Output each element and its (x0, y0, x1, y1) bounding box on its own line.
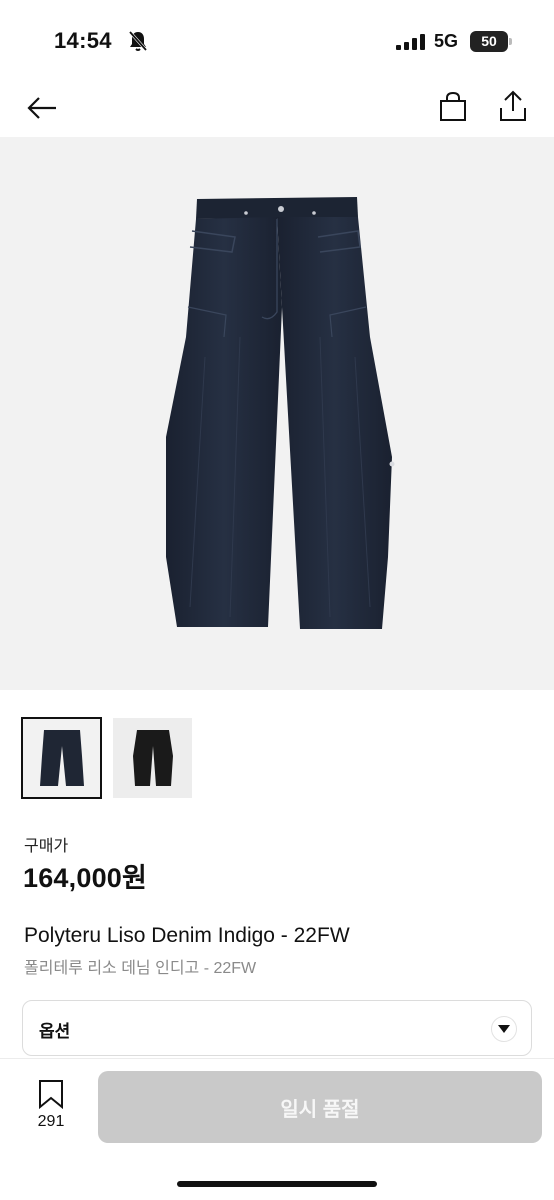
status-bar: 14:54 5G 50 (0, 0, 554, 80)
product-main-image[interactable] (0, 137, 554, 690)
share-icon (500, 90, 526, 121)
black-pants-thumbnail (132, 730, 173, 786)
sold-out-button: 일시 품절 (98, 1071, 542, 1143)
denim-pants-image (166, 197, 395, 629)
price-label: 구매가 (24, 838, 69, 855)
price-value: 164,000원 (23, 863, 148, 893)
product-subtitle: 폴리테루 리소 데님 인디고 - 22FW (24, 960, 257, 977)
back-arrow-icon (27, 97, 56, 119)
shopping-bag-icon (440, 92, 466, 121)
chevron-down-icon (491, 1016, 517, 1042)
bookmark-icon (39, 1080, 63, 1109)
thumbnail-black[interactable] (113, 718, 192, 798)
option-select[interactable]: 옵션 (22, 1000, 532, 1056)
status-time: 14:54 (54, 28, 112, 53)
bell-slash-icon (128, 31, 148, 51)
nav-bar (0, 80, 554, 136)
cart-button[interactable] (434, 88, 472, 126)
option-label: 옵션 (39, 1022, 71, 1041)
bookmark-count: 291 (37, 1113, 65, 1130)
back-button[interactable] (22, 90, 62, 126)
thumbnail-denim[interactable] (21, 717, 102, 799)
share-button[interactable] (494, 86, 532, 126)
product-title: Polyteru Liso Denim Indigo - 22FW (24, 924, 350, 947)
bottom-action-bar: 291 일시 품절 (0, 1058, 554, 1200)
battery-tip (509, 38, 512, 45)
home-indicator (177, 1181, 377, 1187)
signal-icon (396, 34, 425, 50)
denim-pants-thumbnail (39, 730, 84, 786)
thumbnail-row (21, 717, 192, 800)
battery-icon: 50 (470, 31, 508, 52)
network-label: 5G (434, 31, 459, 51)
bookmark-button[interactable]: 291 (28, 1079, 74, 1143)
